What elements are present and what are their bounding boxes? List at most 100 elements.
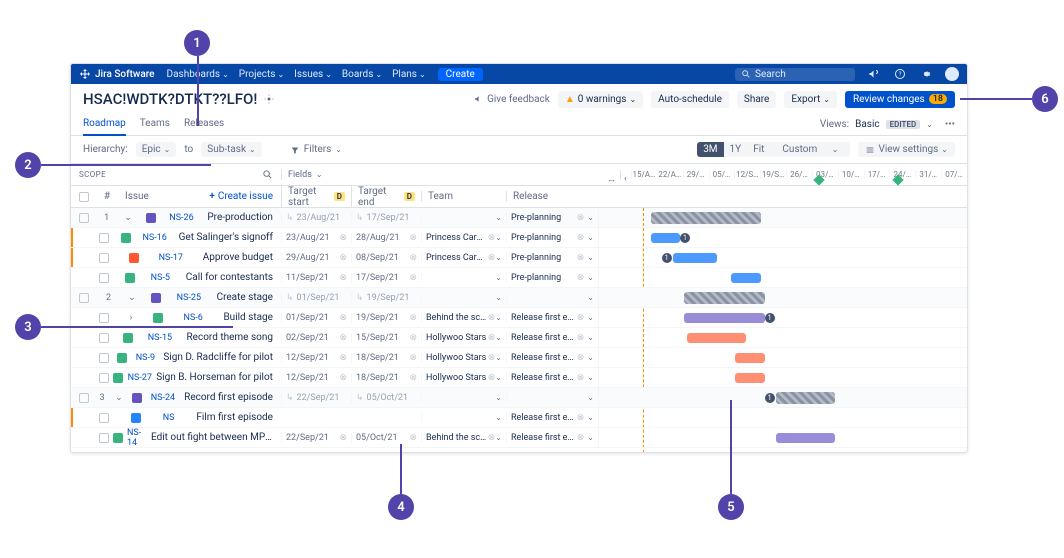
issue-row[interactable]: 2⌄NS-25Create stage↳01/Sep/21↳19/Sep/21⌄… [71, 288, 967, 308]
gantt-bar[interactable] [735, 373, 764, 383]
gantt-bar[interactable] [731, 273, 760, 283]
date-cell[interactable]: 29/Aug/21⊗ [281, 253, 351, 263]
tab-teams[interactable]: Teams [140, 114, 170, 135]
row-checkbox[interactable] [79, 393, 89, 403]
release-cell[interactable]: Release first epi…⊗⌄ [506, 353, 598, 363]
clear-date-icon[interactable]: ⊗ [409, 313, 417, 323]
release-cell[interactable]: Release first epi…⊗⌄ [506, 433, 598, 443]
create-issue-button[interactable]: + Create issue [209, 191, 273, 202]
date-cell[interactable]: ↳23/Aug/21 [281, 213, 351, 223]
clear-release-icon[interactable]: ⊗ [577, 273, 585, 283]
clear-team-icon[interactable]: ⊗ [488, 373, 496, 383]
timescale-custom[interactable]: Custom ⌄ [770, 142, 850, 157]
team-cell[interactable]: Hollywoo Stars⊗⌄ [421, 373, 506, 383]
megaphone-icon[interactable] [867, 67, 881, 81]
share-button[interactable]: Share [737, 91, 776, 108]
timeline-cell[interactable] [598, 408, 967, 427]
gantt-bar[interactable] [776, 433, 835, 443]
release-cell[interactable]: Pre-planning⊗⌄ [506, 253, 598, 263]
date-cell[interactable]: 05/Oct/21⊗ [351, 433, 421, 443]
export-button[interactable]: Export ⌄ [784, 91, 837, 108]
clear-release-icon[interactable]: ⊗ [577, 233, 585, 243]
issue-key[interactable]: NS-6 [184, 313, 203, 323]
select-all-checkbox[interactable] [79, 192, 89, 202]
issue-summary[interactable]: Create stage [217, 292, 273, 303]
row-checkbox[interactable] [79, 293, 89, 303]
create-button[interactable]: Create [438, 68, 483, 81]
timeline-cell[interactable]: 1 [598, 248, 967, 267]
release-cell[interactable]: ⌄ [506, 293, 598, 302]
issue-summary[interactable]: Sign D. Radcliffe for pilot [163, 352, 273, 363]
issue-row[interactable]: NS-5Call for contestants11/Sep/21⊗17/Sep… [71, 268, 967, 288]
issue-summary[interactable]: Call for contestants [186, 272, 273, 283]
release-cell[interactable]: Release first epi…⊗⌄ [506, 333, 598, 343]
date-cell[interactable]: ↳22/Sep/21 [281, 393, 351, 403]
team-cell[interactable]: ⌄ [421, 293, 506, 302]
team-cell[interactable]: ⌄ [421, 213, 506, 222]
date-cell[interactable]: 23/Aug/21⊗ [281, 233, 351, 243]
warnings-button[interactable]: ▲ 0 warnings ⌄ [558, 91, 643, 108]
expand-icon[interactable]: ⌄ [128, 293, 136, 303]
give-feedback-link[interactable]: Give feedback [474, 94, 550, 105]
clear-date-icon[interactable]: ⊗ [409, 253, 417, 263]
row-checkbox[interactable] [99, 433, 109, 443]
team-cell[interactable]: Hollywoo Stars⊗⌄ [421, 353, 506, 363]
issue-row[interactable]: NS-17Approve budget29/Aug/21⊗08/Sep/21⊗P… [71, 248, 967, 268]
clear-release-icon[interactable]: ⊗ [577, 333, 585, 343]
timescale-3m[interactable]: 3M [697, 142, 723, 157]
team-cell[interactable]: Princess Carolin…⊗⌄ [421, 233, 506, 243]
clear-date-icon[interactable]: ⊗ [339, 273, 347, 283]
date-cell[interactable]: 18/Sep/21⊗ [351, 373, 421, 383]
date-cell[interactable]: 17/Sep/21⊗ [351, 273, 421, 283]
clear-team-icon[interactable]: ⊗ [488, 313, 496, 323]
clear-date-icon[interactable]: ⊗ [339, 333, 347, 343]
clear-team-icon[interactable]: ⊗ [488, 253, 496, 263]
plan-settings-icon[interactable] [263, 93, 275, 105]
issue-key[interactable]: NS-26 [169, 213, 193, 223]
nav-issues[interactable]: Issues ⌄ [294, 69, 332, 80]
issue-summary[interactable]: Edit out fight between MPB and … [151, 432, 273, 443]
clear-date-icon[interactable]: ⊗ [339, 353, 347, 363]
date-cell[interactable]: 12/Sep/21⊗ [281, 353, 351, 363]
date-cell[interactable]: 28/Aug/21⊗ [351, 233, 421, 243]
clear-date-icon[interactable]: ⊗ [339, 253, 347, 263]
target-end-column[interactable]: Target end D [351, 186, 421, 208]
date-cell[interactable]: 11/Sep/21⊗ [281, 273, 351, 283]
date-cell[interactable]: 02/Sep/21⊗ [281, 333, 351, 343]
clear-release-icon[interactable]: ⊗ [577, 253, 585, 263]
timeline-prev-icon[interactable]: ‹ [624, 174, 627, 184]
issue-row[interactable]: NS-9Sign D. Radcliffe for pilot12/Sep/21… [71, 348, 967, 368]
date-cell[interactable]: ↳05/Oct/21 [351, 393, 421, 403]
issue-summary[interactable]: Record first episode [184, 392, 273, 403]
row-checkbox[interactable] [99, 353, 109, 363]
release-cell[interactable]: ⌄ [506, 393, 598, 402]
clear-date-icon[interactable]: ⊗ [339, 433, 347, 443]
gantt-bar[interactable] [735, 353, 764, 363]
issue-key[interactable]: NS-25 [177, 293, 201, 303]
filters-button[interactable]: Filters ⌄ [290, 144, 342, 155]
issue-key[interactable]: NS [163, 413, 175, 423]
release-cell[interactable]: Pre-planning⊗⌄ [506, 213, 598, 223]
team-cell[interactable]: Behind the scen…⊗⌄ [421, 433, 506, 443]
clear-team-icon[interactable]: ⊗ [488, 433, 496, 443]
issue-summary[interactable]: Record theme song [187, 332, 273, 343]
views-dropdown[interactable]: ⌄ [926, 120, 933, 129]
team-cell[interactable]: ⌄ [421, 413, 506, 422]
issue-key[interactable]: NS-24 [151, 393, 175, 403]
settings-icon[interactable] [919, 67, 933, 81]
row-checkbox[interactable] [99, 373, 109, 383]
dependency-badge[interactable]: 1 [765, 313, 775, 323]
nav-projects[interactable]: Projects ⌄ [239, 69, 284, 80]
clear-release-icon[interactable]: ⊗ [577, 373, 585, 383]
row-checkbox[interactable] [99, 413, 109, 423]
gantt-bar[interactable] [684, 292, 765, 304]
issue-key[interactable]: NS-15 [148, 333, 172, 343]
issue-key[interactable]: NS-16 [142, 233, 166, 243]
expand-icon[interactable]: ⌄ [115, 393, 123, 403]
clear-date-icon[interactable]: ⊗ [409, 373, 417, 383]
issue-key[interactable]: NS-27 [128, 373, 152, 383]
gantt-bar[interactable] [651, 212, 761, 224]
timeline-cell[interactable] [598, 348, 967, 367]
date-cell[interactable]: 19/Sep/21⊗ [351, 313, 421, 323]
gantt-bar[interactable] [651, 233, 680, 243]
